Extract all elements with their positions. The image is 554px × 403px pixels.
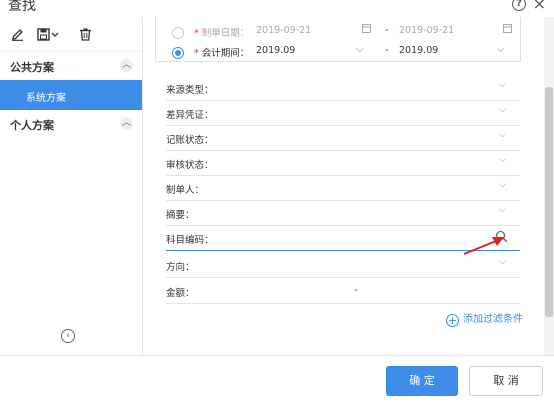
- doc-date-radio[interactable]: [172, 27, 184, 39]
- filter-label: 摘要：: [166, 210, 195, 221]
- period-label-wrap: * 会计期间：: [194, 48, 250, 59]
- confirm-button[interactable]: 确 定: [386, 366, 458, 396]
- dialog-title: 查找: [8, 0, 36, 14]
- filter-row-summary[interactable]: 摘要： ⌵: [166, 201, 520, 226]
- filter-row-diff-voucher[interactable]: 差异凭证： ⌵: [166, 101, 520, 126]
- doc-date-label: 制单日期：: [201, 28, 250, 39]
- scrollbar[interactable]: [544, 17, 554, 355]
- filter-row-source-type[interactable]: 来源类型： ⌵: [166, 76, 520, 101]
- public-scheme-label: 公共方案: [10, 61, 54, 74]
- chevron-down-icon[interactable]: ⌵: [497, 44, 504, 55]
- period-to[interactable]: 2019.09: [399, 45, 438, 56]
- chevron-down-icon[interactable]: ⌵: [499, 180, 506, 190]
- filter-row-amount[interactable]: 金额： -: [166, 279, 520, 304]
- period-from[interactable]: 2019.09: [256, 45, 295, 56]
- personal-scheme-group[interactable]: 个人方案 ︿: [0, 110, 142, 138]
- sidebar-item-system-scheme[interactable]: 系统方案: [0, 80, 142, 110]
- help-icon[interactable]: ?: [512, 0, 526, 11]
- chevron-down-icon[interactable]: ⌵: [499, 105, 506, 115]
- dialog-footer: 确 定 取 消: [0, 355, 554, 403]
- personal-scheme-label: 个人方案: [10, 119, 54, 132]
- dialog-titlebar: 查找 ? ×: [0, 0, 554, 17]
- add-filter-link[interactable]: + 添加过滤条件: [446, 310, 523, 327]
- filter-label: 金额：: [166, 288, 195, 299]
- add-filter-label: 添加过滤条件: [463, 314, 523, 325]
- filter-label: 方向：: [166, 262, 195, 273]
- chevron-down-icon[interactable]: ⌵: [499, 257, 506, 267]
- period-radio[interactable]: [172, 47, 184, 59]
- period-label: 会计期间：: [201, 48, 250, 59]
- chevron-up-icon[interactable]: ︿: [120, 117, 133, 130]
- filter-label: 记账状态：: [166, 135, 214, 146]
- filter-label: 来源类型：: [166, 85, 214, 96]
- date-range-dash: -: [385, 25, 389, 36]
- collapse-sidebar-icon[interactable]: ‹: [61, 329, 75, 343]
- add-circle-icon: +: [446, 314, 459, 327]
- chevron-down-icon[interactable]: ⌵: [499, 130, 506, 140]
- filter-label: 科目编码：: [166, 235, 214, 246]
- period-range-dash: -: [385, 45, 389, 56]
- sidebar-item-label: 系统方案: [26, 93, 66, 104]
- public-scheme-group[interactable]: 公共方案 ︿: [0, 51, 142, 80]
- filter-row-preparer[interactable]: 制单人： ⌵: [166, 176, 520, 201]
- scheme-sidebar: 公共方案 ︿ 系统方案 个人方案 ︿ ‹: [0, 17, 143, 355]
- doc-date-from[interactable]: 2019-09-21: [256, 25, 311, 36]
- filter-row-posting-status[interactable]: 记账状态： ⌵: [166, 126, 520, 151]
- calendar-icon[interactable]: [362, 23, 371, 36]
- filter-label: 审核状态：: [166, 160, 214, 171]
- chevron-down-icon[interactable]: ⌵: [499, 155, 506, 165]
- annotation-arrow-icon: [463, 237, 504, 255]
- delete-icon[interactable]: [76, 25, 94, 43]
- amount-range-dash: -: [354, 285, 358, 296]
- calendar-icon[interactable]: [503, 23, 512, 36]
- chevron-down-icon[interactable]: ⌵: [499, 80, 506, 90]
- doc-date-label-wrap: * 制单日期：: [194, 28, 250, 39]
- chevron-down-icon[interactable]: ⌵: [499, 205, 506, 215]
- filter-row-audit-status[interactable]: 审核状态： ⌵: [166, 151, 520, 176]
- scrollbar-thumb[interactable]: [545, 87, 553, 317]
- filter-label: 差异凭证：: [166, 110, 214, 121]
- chevron-down-icon[interactable]: ⌵: [356, 44, 363, 55]
- chevron-up-icon[interactable]: ︿: [120, 59, 133, 72]
- date-filter-box: * 制单日期： 2019-09-21 - 2019-09-21 * 会计期间： …: [155, 17, 521, 62]
- edit-icon[interactable]: [8, 25, 26, 43]
- doc-date-to[interactable]: 2019-09-21: [399, 25, 454, 36]
- sidebar-toolbar: [0, 17, 142, 51]
- cancel-button[interactable]: 取 消: [469, 366, 543, 396]
- save-dropdown-icon[interactable]: [36, 25, 62, 43]
- filter-label: 制单人：: [166, 185, 205, 196]
- close-icon[interactable]: ×: [533, 0, 546, 13]
